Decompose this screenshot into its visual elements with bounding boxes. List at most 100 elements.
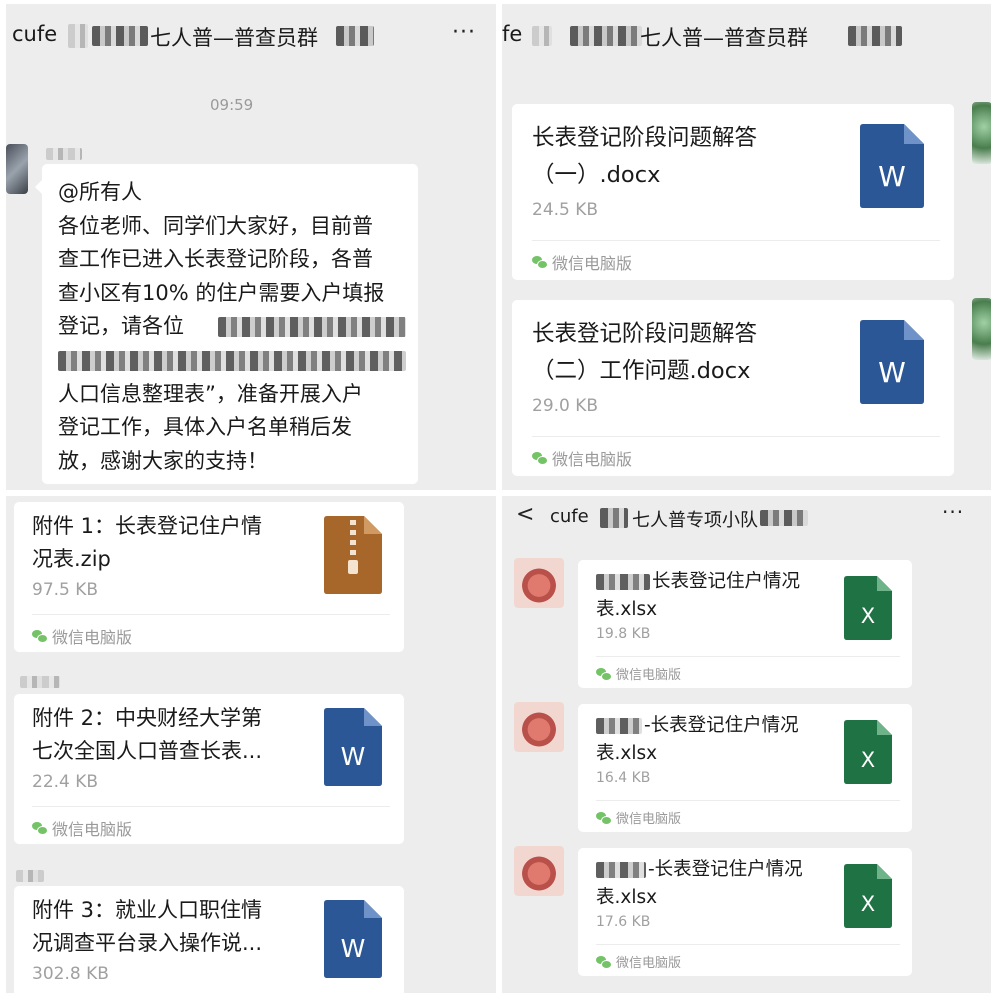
divider — [532, 436, 940, 437]
file-name-line: 表.xlsx — [596, 887, 658, 908]
file-size: 29.0 KB — [532, 396, 599, 416]
message-line: @所有人 — [58, 180, 142, 204]
message-line: 查小区有10% 的住户需要入户填报 — [58, 280, 385, 305]
file-source: 微信电脑版 — [532, 446, 632, 470]
file-source: 微信电脑版 — [596, 808, 681, 827]
file-name-line: -长表登记住户情况 — [644, 715, 799, 736]
file-size: 302.8 KB — [32, 964, 109, 984]
file-name: -长表登记住户情况 表.xlsx — [596, 712, 836, 768]
more-options-icon[interactable]: ··· — [942, 500, 964, 524]
message-line: 登记工作，具体入户名单稍后发 — [58, 415, 352, 440]
zip-archive-icon — [324, 516, 382, 594]
redacted-text — [848, 26, 902, 46]
message-timestamp: 09:59 — [210, 96, 254, 114]
file-name: 长表登记阶段问题解答 （二）工作问题.docx — [532, 316, 852, 390]
message-line: 放，感谢大家的支持！ — [58, 448, 268, 473]
file-name: 长表登记阶段问题解答 （一）.docx — [532, 120, 852, 194]
wechat-icon — [596, 811, 612, 825]
file-source-label: 微信电脑版 — [552, 254, 633, 273]
sender-avatar[interactable] — [972, 298, 991, 360]
word-doc-icon: W — [860, 320, 924, 404]
word-doc-icon: W — [324, 900, 382, 978]
file-name-line: 七次全国人口普查长表... — [32, 739, 263, 763]
divider — [596, 800, 900, 801]
wechat-icon — [596, 955, 612, 969]
chat-title-suffix: 七人普专项小队 — [632, 510, 758, 531]
file-size: 16.4 KB — [596, 770, 651, 786]
file-name: 附件 1：长表登记住户情 况表.zip — [32, 510, 322, 576]
announcement-message-bubble[interactable]: @所有人 各位老师、同学们大家好，目前普 查工作已进入长表登记阶段，各普 查小区… — [35, 164, 418, 484]
file-name-line: 长表登记阶段问题解答 — [532, 321, 758, 347]
sender-avatar[interactable] — [514, 558, 564, 608]
file-size: 17.6 KB — [596, 914, 651, 930]
chat-title-prefix: cufe — [550, 506, 589, 527]
chat-panel-faq-files: fe 七人普—普查员群 长表登记阶段问题解答 （一）.docx 24.5 KB … — [502, 4, 991, 490]
file-name-line: 表.xlsx — [596, 743, 658, 764]
redacted-text — [336, 26, 374, 46]
file-size: 19.8 KB — [596, 626, 651, 642]
sender-avatar[interactable] — [514, 846, 564, 896]
file-source-label: 微信电脑版 — [616, 668, 682, 683]
chat-title-suffix: 七人普—普查员群 — [150, 26, 318, 50]
file-message-bubble[interactable]: 附件 2：中央财经大学第 七次全国人口普查长表... 22.4 KB W 微信电… — [14, 694, 404, 844]
divider — [32, 614, 390, 615]
file-message-bubble[interactable]: 附件 1：长表登记住户情 况表.zip 97.5 KB 微信电脑版 — [14, 502, 404, 652]
file-message-bubble[interactable]: 长表登记阶段问题解答 （二）工作问题.docx 29.0 KB W 微信电脑版 — [512, 300, 954, 476]
redacted-text — [532, 26, 552, 46]
excel-sheet-icon: X — [844, 864, 892, 928]
wechat-icon — [596, 667, 612, 681]
divider — [596, 656, 900, 657]
excel-sheet-icon: X — [844, 576, 892, 640]
chat-title-suffix: 七人普—普查员群 — [640, 26, 808, 50]
back-icon[interactable]: < — [516, 502, 534, 527]
file-source: 微信电脑版 — [596, 952, 681, 971]
sender-avatar[interactable] — [972, 102, 991, 164]
file-message-bubble[interactable]: -长表登记住户情况 表.xlsx 17.6 KB X 微信电脑版 — [578, 848, 912, 976]
file-message-bubble[interactable]: 长表登记阶段问题解答 （一）.docx 24.5 KB W 微信电脑版 — [512, 104, 954, 280]
file-name-line: 附件 1：长表登记住户情 — [32, 514, 263, 538]
file-source: 微信电脑版 — [32, 624, 132, 648]
wechat-icon — [532, 452, 548, 465]
chat-panel-announcement: cufe 七人普—普查员群 ··· 09:59 @所有人 各位老师、同学们大家好… — [6, 4, 496, 490]
redacted-text — [68, 24, 88, 48]
bubble-tail — [35, 180, 42, 194]
excel-sheet-letter: X — [861, 748, 875, 772]
sender-avatar[interactable] — [514, 702, 564, 752]
file-message-bubble[interactable]: 长表登记住户情况 表.xlsx 19.8 KB X 微信电脑版 — [578, 560, 912, 688]
file-message-bubble[interactable]: 附件 3：就业人口职住情 况调查平台录入操作说... 302.8 KB W — [14, 886, 404, 993]
file-size: 22.4 KB — [32, 772, 99, 792]
file-message-bubble[interactable]: -长表登记住户情况 表.xlsx 16.4 KB X 微信电脑版 — [578, 704, 912, 832]
excel-sheet-icon: X — [844, 720, 892, 784]
file-name: 长表登记住户情况 表.xlsx — [596, 568, 836, 624]
file-name-line: 长表登记住户情况 — [652, 571, 801, 592]
file-source: 微信电脑版 — [532, 250, 632, 274]
file-name-line: -长表登记住户情况 — [648, 859, 803, 880]
chat-panel-attachments: 附件 1：长表登记住户情 况表.zip 97.5 KB 微信电脑版 附件 2：中… — [6, 496, 496, 993]
excel-sheet-letter: X — [861, 604, 875, 628]
file-name-line: 况表.zip — [32, 547, 111, 571]
sender-avatar[interactable] — [6, 144, 28, 194]
message-line: 各位老师、同学们大家好，目前普 — [58, 213, 373, 238]
redacted-text — [760, 510, 808, 526]
file-name-line: （二）工作问题.docx — [532, 358, 751, 384]
chat-title-prefix: fe — [502, 22, 523, 46]
file-source-label: 微信电脑版 — [52, 820, 133, 839]
file-size: 97.5 KB — [32, 580, 99, 600]
word-doc-letter: W — [878, 160, 906, 193]
redacted-sender-name — [20, 676, 60, 688]
file-name-line: 况调查平台录入操作说... — [32, 931, 263, 955]
file-source-label: 微信电脑版 — [616, 812, 682, 827]
wechat-icon — [532, 256, 548, 269]
chat-panel-team-files: < cufe 七人普专项小队 ··· 长表登记住户情况 表.xlsx 19.8 … — [502, 496, 991, 993]
file-name: 附件 2：中央财经大学第 七次全国人口普查长表... — [32, 702, 322, 768]
excel-sheet-letter: X — [861, 892, 875, 916]
file-source: 微信电脑版 — [32, 816, 132, 840]
redacted-text — [218, 317, 406, 338]
message-line — [58, 344, 408, 378]
file-name: 附件 3：就业人口职住情 况调查平台录入操作说... — [32, 894, 322, 960]
word-doc-letter: W — [341, 742, 366, 771]
message-line: 人口信息整理表”，准备开展入户 — [58, 381, 363, 406]
more-options-icon[interactable]: ··· — [452, 20, 476, 45]
file-name-line: 附件 2：中央财经大学第 — [32, 706, 263, 730]
redacted-text — [600, 508, 628, 528]
